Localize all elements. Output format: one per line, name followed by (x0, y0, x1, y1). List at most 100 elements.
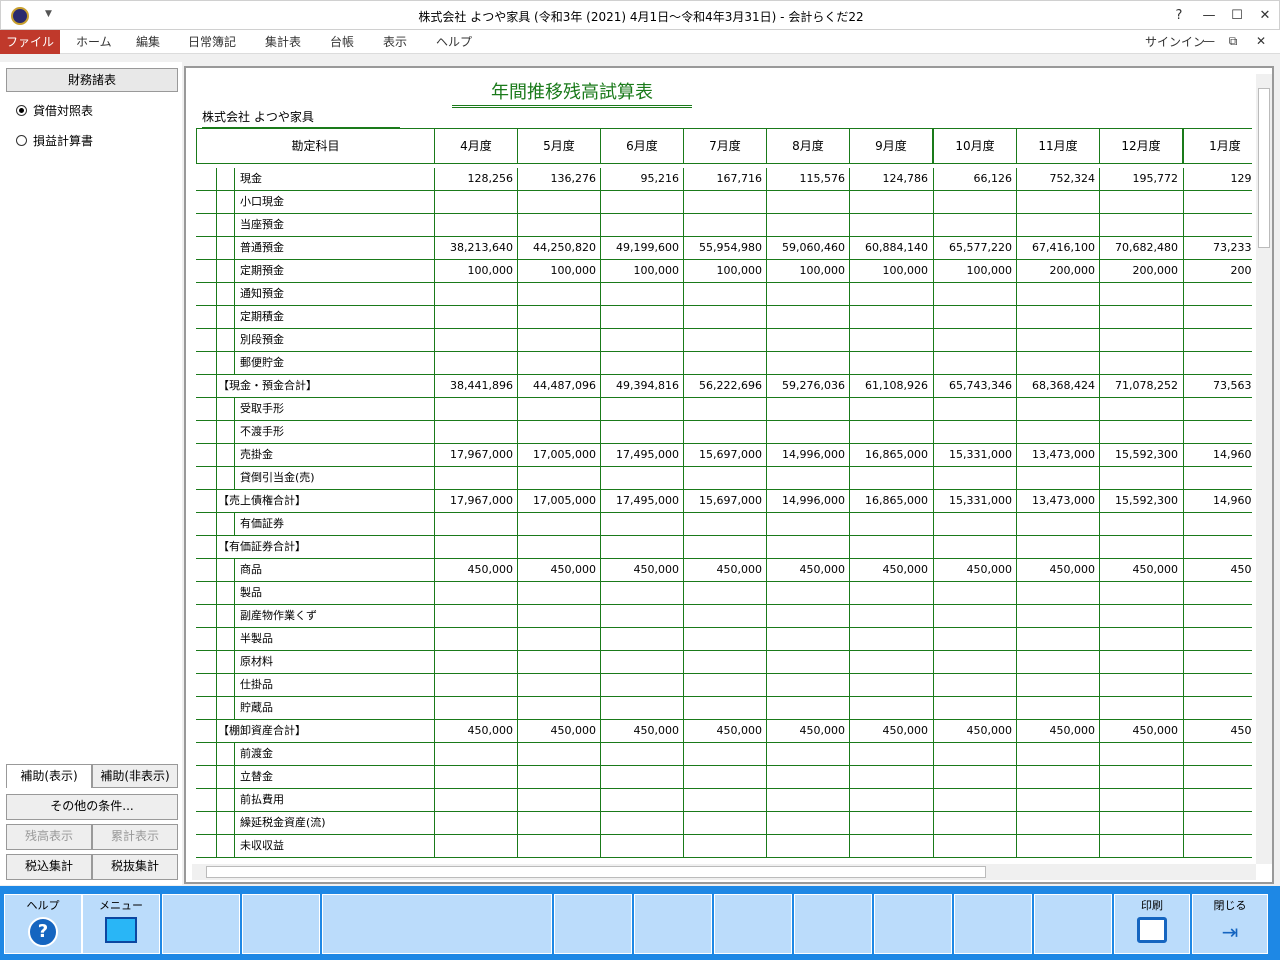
amount-cell (683, 536, 766, 559)
table-row[interactable]: 有価証券 (196, 513, 1252, 536)
close-icon[interactable]: ✕ (1251, 5, 1279, 27)
menu-0[interactable]: ファイル (0, 30, 60, 54)
menu-3[interactable]: 日常簿記 (188, 30, 236, 54)
table-row[interactable]: 【棚卸資産合計】 450,000 450,000 450,000 450,000 450,… (196, 720, 1252, 743)
amount-cell: 450,000 (1132, 724, 1179, 737)
close-label: 閉じる (1213, 899, 1247, 912)
amount-cell (933, 191, 1016, 214)
menu-7[interactable]: ヘルプ (436, 30, 472, 54)
ribbon-close-icon[interactable]: ✕ (1250, 30, 1272, 52)
function-key-empty[interactable] (242, 894, 320, 954)
sidebar-heading: 財務諸表 (6, 68, 178, 92)
menu-6[interactable]: 表示 (383, 30, 407, 54)
function-key-empty[interactable] (1034, 894, 1112, 954)
function-key-empty[interactable] (554, 894, 632, 954)
table-row[interactable]: 副産物作業くず (196, 605, 1252, 628)
function-key-empty[interactable] (162, 894, 240, 954)
ribbon-restore-icon[interactable]: ⧉ (1222, 30, 1244, 52)
ribbon-minimize-icon[interactable]: — (1198, 30, 1220, 52)
amount-cell (1016, 398, 1099, 421)
radio-income-statement[interactable]: 損益計算書 (16, 132, 93, 149)
function-key-empty[interactable] (874, 894, 952, 954)
amount-cell (849, 697, 932, 720)
table-row[interactable]: 仕掛品 (196, 674, 1252, 697)
table-row[interactable]: 別段預金 (196, 329, 1252, 352)
signin-link[interactable]: サインイン (1145, 33, 1205, 50)
table-row[interactable]: 郵便貯金 (196, 352, 1252, 375)
table-row[interactable]: 小口現金 (196, 191, 1252, 214)
table-row[interactable]: 売掛金 17,967,000 17,005,000 17,495,000 15,697,… (196, 444, 1252, 467)
table-row[interactable]: 原材料 (196, 651, 1252, 674)
table-row[interactable]: 不渡手形 (196, 421, 1252, 444)
table-row[interactable]: 製品 (196, 582, 1252, 605)
radio-balance-sheet[interactable]: 貸借対照表 (16, 102, 93, 119)
tax-included-button[interactable]: 税込集計 (6, 854, 92, 880)
menu-button[interactable]: メニュー (82, 894, 160, 954)
table-row[interactable]: 立替金 (196, 766, 1252, 789)
table-row[interactable]: 【現金・預金合計】 38,441,896 44,487,096 49,394,816 5… (196, 375, 1252, 398)
table-row[interactable]: 商品 450,000 450,000 450,000 450,000 450,000 450… (196, 559, 1252, 582)
amount-cell: 450,000 (716, 724, 763, 737)
horizontal-scroll-thumb[interactable] (206, 866, 986, 878)
table-row[interactable]: 【売上債権合計】 17,967,000 17,005,000 17,495,000 15… (196, 490, 1252, 513)
table-row[interactable]: 前払費用 (196, 789, 1252, 812)
table-row[interactable]: 定期預金 100,000 100,000 100,000 100,000 100,000 1… (196, 260, 1252, 283)
table-row[interactable]: 現金 128,256 136,276 95,216 167,716 115,576 124,… (196, 168, 1252, 191)
amount-cell: 100,000 (882, 264, 929, 277)
menu-5[interactable]: 台帳 (330, 30, 354, 54)
menu-2[interactable]: 編集 (136, 30, 160, 54)
menu-1[interactable]: ホーム (76, 30, 112, 54)
help-button[interactable]: ヘルプ? (4, 894, 82, 954)
amount-cell (1016, 766, 1099, 789)
amount-cell (683, 306, 766, 329)
amount-cell: 450,000 (467, 724, 514, 737)
maximize-icon[interactable]: ☐ (1223, 5, 1251, 27)
table-row[interactable]: 半製品 (196, 628, 1252, 651)
amount-cell (683, 191, 766, 214)
account-label: 定期預金 (240, 264, 284, 277)
table-row[interactable]: 未収収益 (196, 835, 1252, 858)
table-row[interactable]: 受取手形 (196, 398, 1252, 421)
menu-4[interactable]: 集計表 (265, 30, 301, 54)
row-indent-line (216, 214, 217, 237)
account-label: 不渡手形 (240, 425, 284, 438)
table-row[interactable]: 貸倒引当金(売) (196, 467, 1252, 490)
close-button[interactable]: 閉じる ⇥ (1192, 894, 1268, 954)
amount-cell (933, 697, 1016, 720)
function-key-empty[interactable] (794, 894, 872, 954)
cumulative-view-button[interactable]: 累計表示 (92, 824, 178, 850)
help-icon[interactable]: ? (1165, 5, 1193, 27)
amount-cell (1099, 398, 1182, 421)
amount-cell (1099, 582, 1182, 605)
amount-cell (849, 628, 932, 651)
minimize-icon[interactable]: — (1195, 5, 1223, 27)
table-row[interactable]: 前渡金 (196, 743, 1252, 766)
table-row[interactable]: 当座預金 (196, 214, 1252, 237)
tax-excluded-button[interactable]: 税抜集計 (92, 854, 178, 880)
table-row[interactable]: 貯蔵品 (196, 697, 1252, 720)
amount-cell: 100,000 (716, 264, 763, 277)
vertical-scrollbar[interactable] (1256, 74, 1272, 864)
function-key-empty[interactable] (634, 894, 712, 954)
function-key-empty[interactable] (954, 894, 1032, 954)
tab-sub-hide[interactable]: 補助(非表示) (92, 764, 178, 788)
print-button[interactable]: 印刷 (1114, 894, 1190, 954)
vertical-scroll-thumb[interactable] (1258, 88, 1270, 248)
function-key-empty[interactable] (322, 894, 552, 954)
table-row[interactable]: 繰延税金資産(流) (196, 812, 1252, 835)
table-row[interactable]: 【有価証券合計】 (196, 536, 1252, 559)
account-label: 【現金・預金合計】 (218, 379, 317, 392)
amount-cell: 450,000 (633, 724, 680, 737)
horizontal-scrollbar[interactable] (192, 864, 1256, 880)
other-conditions-button[interactable]: その他の条件... (6, 794, 178, 820)
row-indent-line (234, 260, 235, 283)
header-month: 4月度 (434, 128, 518, 164)
account-label: 売掛金 (240, 448, 273, 461)
balance-view-button[interactable]: 残高表示 (6, 824, 92, 850)
tab-sub-show[interactable]: 補助(表示) (6, 764, 92, 788)
amount-cell (683, 352, 766, 375)
table-row[interactable]: 普通預金 38,213,640 44,250,820 49,199,600 55,954… (196, 237, 1252, 260)
table-row[interactable]: 通知預金 (196, 283, 1252, 306)
table-row[interactable]: 定期積金 (196, 306, 1252, 329)
function-key-empty[interactable] (714, 894, 792, 954)
